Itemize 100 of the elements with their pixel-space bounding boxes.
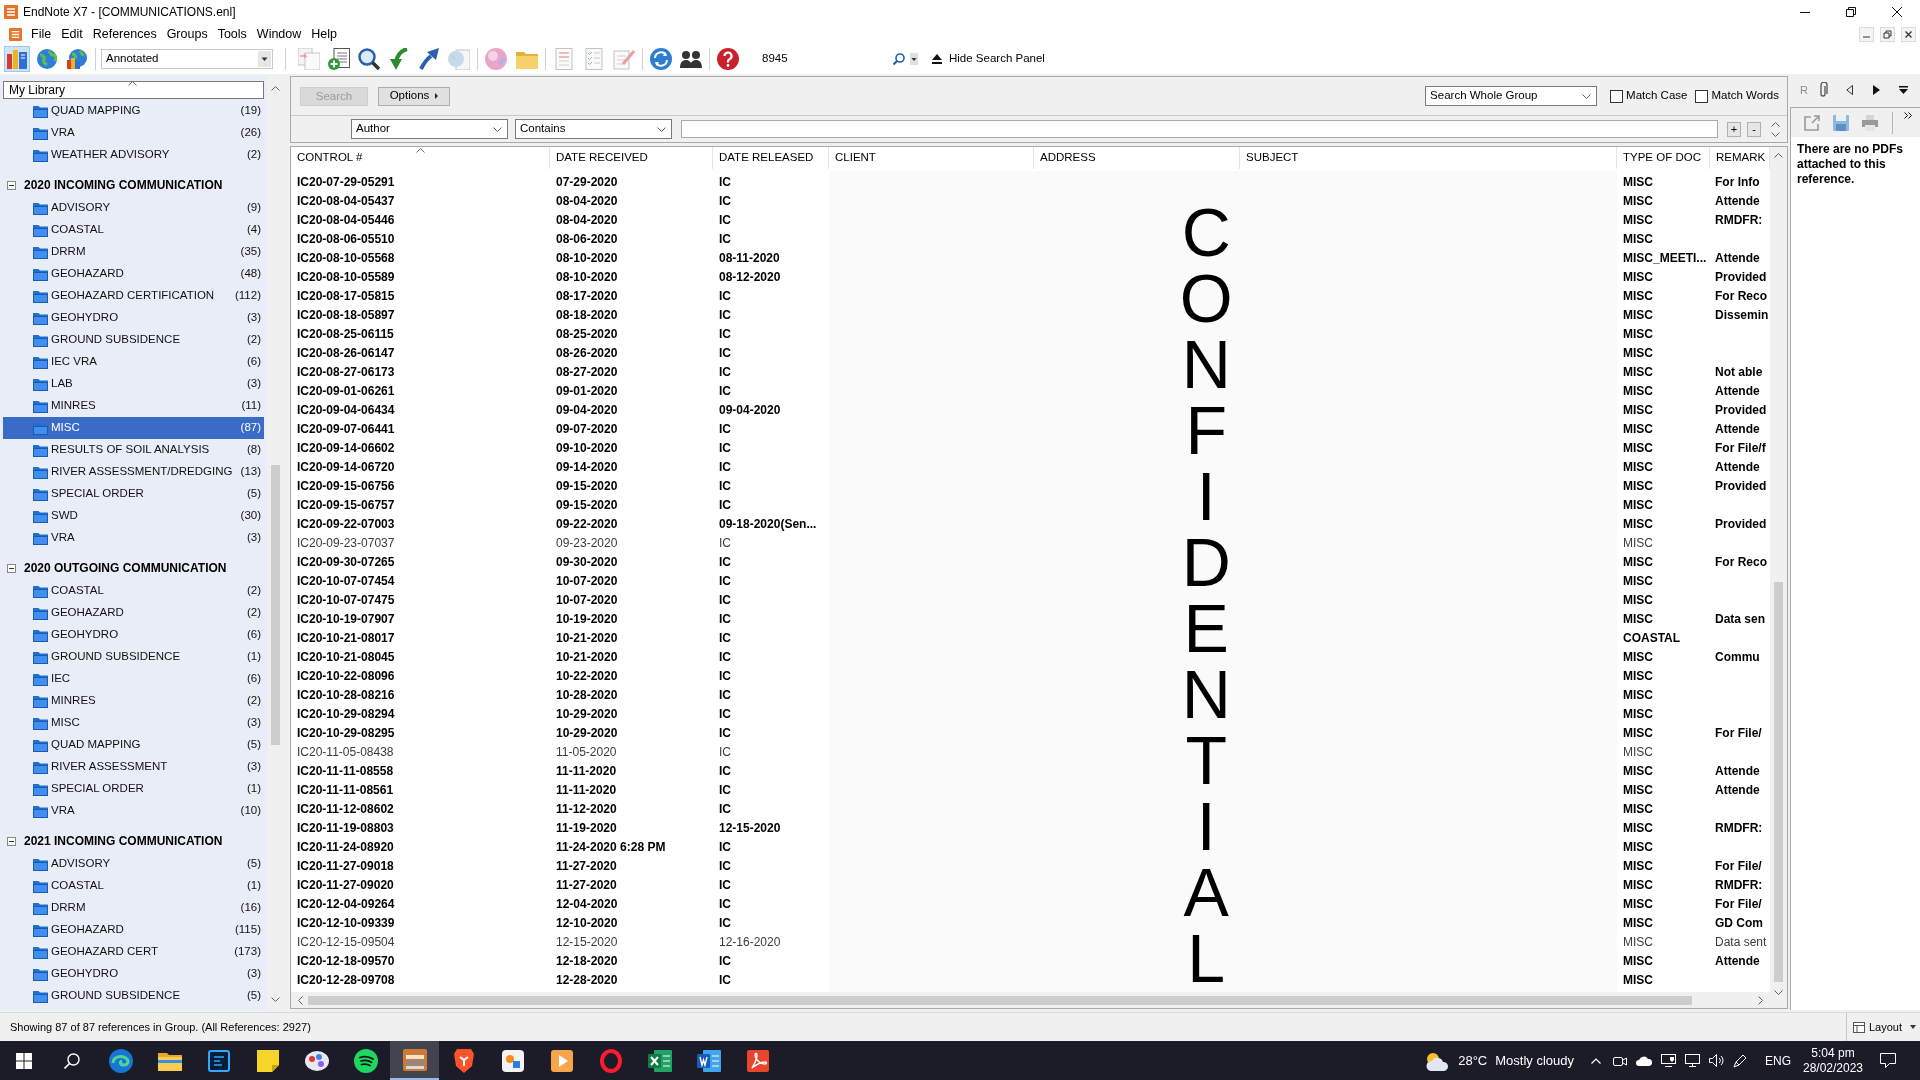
caret-left-icon[interactable] [1845, 85, 1853, 95]
group-item[interactable]: SWD (30) [3, 505, 264, 527]
monitor-icon[interactable] [1684, 1054, 1700, 1067]
magnifier-icon[interactable] [358, 48, 380, 70]
cloud-icon[interactable] [1636, 1055, 1652, 1066]
minimize-icon[interactable] [1800, 11, 1810, 13]
menu-item[interactable]: Tools [212, 25, 252, 43]
group-item[interactable]: GROUND SUBSIDENCE (2) [3, 329, 264, 351]
column-header[interactable]: DATE RECEIVED [550, 147, 713, 169]
group-set-title[interactable]: 2020 OUTGOING COMMUNICATION [24, 559, 227, 577]
scrollbar-thumb[interactable] [1774, 582, 1783, 982]
group-item[interactable]: GEOHYDRO (3) [3, 963, 264, 985]
remove-row-button[interactable]: - [1747, 121, 1761, 137]
notification-icon[interactable] [1880, 1053, 1896, 1068]
paperclip-icon[interactable] [1817, 82, 1828, 98]
group-item[interactable]: ADVISORY (9) [3, 197, 264, 219]
column-header[interactable]: SUBJECT [1240, 147, 1617, 169]
scroll-down-icon[interactable] [1774, 990, 1783, 995]
group-item[interactable]: COASTAL (4) [3, 219, 264, 241]
chevron-up-icon[interactable] [1591, 1057, 1601, 1064]
menu-item[interactable]: Groups [161, 25, 213, 43]
style-dropdown[interactable]: Annotated [101, 49, 273, 69]
collapse-icon[interactable] [7, 180, 16, 190]
scrollbar-thumb[interactable] [270, 465, 280, 745]
column-header[interactable]: CONTROL # [291, 147, 550, 169]
group-item[interactable]: ADVISORY (5) [3, 853, 264, 875]
group-item[interactable]: MINRES (11) [3, 395, 264, 417]
volume-icon[interactable] [1708, 1054, 1724, 1067]
group-item[interactable]: IEC VRA (6) [3, 351, 264, 373]
group-item[interactable]: RESULTS OF SOIL ANALYSIS (8) [3, 439, 264, 461]
column-header[interactable]: DATE RELEASED [713, 147, 829, 169]
restore-icon[interactable] [1846, 7, 1856, 17]
group-item[interactable]: QUAD MAPPING (5) [3, 734, 264, 756]
caret-down-icon[interactable] [910, 53, 918, 65]
collapse-icon[interactable] [7, 836, 16, 846]
curved-arrow-icon[interactable] [418, 48, 440, 70]
sun-cloud-icon[interactable] [1425, 1050, 1450, 1071]
search-icon[interactable] [64, 1052, 80, 1069]
menu-item[interactable]: References [87, 25, 162, 43]
group-item[interactable]: SPECIAL ORDER (1) [3, 778, 264, 800]
pen-icon[interactable] [1733, 1053, 1747, 1068]
checkbox-label[interactable]: Match Case [1626, 87, 1688, 105]
scroll-right-icon[interactable] [1758, 995, 1763, 1005]
group-set-title[interactable]: 2020 INCOMING COMMUNICATION [24, 176, 223, 194]
mode-button[interactable] [34, 46, 60, 72]
checklist-icon[interactable] [583, 48, 605, 70]
menu-item[interactable]: Edit [56, 25, 88, 43]
search-icon[interactable] [893, 53, 905, 65]
group-item[interactable]: QUAD MAPPING (19) [3, 100, 264, 122]
options-button[interactable]: Options [378, 86, 450, 106]
windows-logo-icon[interactable] [16, 1052, 32, 1069]
menu-item[interactable]: File [26, 25, 57, 43]
field-dropdown[interactable]: Author [351, 119, 508, 139]
library-header[interactable]: My Library [3, 81, 264, 99]
scroll-left-icon[interactable] [298, 995, 303, 1005]
scroll-up-icon[interactable] [1771, 121, 1780, 127]
group-item[interactable]: COASTAL (2) [3, 580, 264, 602]
double-chevron-icon[interactable] [1904, 112, 1912, 119]
scroll-up-icon[interactable] [1774, 153, 1783, 158]
column-header[interactable]: CLIENT [829, 147, 1034, 169]
group-item[interactable]: MISC (87) [3, 417, 264, 439]
add-row-button[interactable]: + [1727, 121, 1741, 137]
sync-icon[interactable] [650, 48, 672, 70]
group-item[interactable]: GEOHYDRO (3) [3, 307, 264, 329]
group-set-title[interactable]: 2021 INCOMING COMMUNICATION [24, 832, 223, 850]
group-item[interactable]: VRA (3) [3, 527, 264, 549]
scrollbar-thumb[interactable] [308, 995, 1692, 1005]
group-item[interactable]: GROUND SUBSIDENCE (1) [3, 646, 264, 668]
close-icon[interactable] [1892, 7, 1902, 17]
group-item[interactable]: MISC (3) [3, 712, 264, 734]
group-item[interactable]: GEOHAZARD (2) [3, 602, 264, 624]
group-item[interactable]: LAB (3) [3, 373, 264, 395]
group-item[interactable]: WEATHER ADVISORY (2) [3, 144, 264, 166]
group-item[interactable]: GROUND SUBSIDENCE (5) [3, 985, 264, 1007]
taskbar-button[interactable] [390, 1041, 439, 1080]
clock-date[interactable]: 28/02/2023 [1802, 1060, 1864, 1076]
group-item[interactable]: COASTAL (1) [3, 875, 264, 897]
monitor-shield-icon[interactable] [1660, 1054, 1676, 1067]
group-item[interactable]: RIVER ASSESSMENT/DREDGING (13) [3, 461, 264, 483]
mode-button[interactable] [4, 46, 30, 72]
column-header[interactable]: ADDRESS [1034, 147, 1240, 169]
curved-arrow-icon[interactable] [388, 48, 410, 70]
help-icon[interactable] [717, 48, 739, 70]
group-item[interactable]: GEOHAZARD (48) [3, 263, 264, 285]
scope-dropdown[interactable]: Search Whole Group [1425, 86, 1598, 106]
scroll-up-icon[interactable] [270, 86, 280, 91]
search-text-field[interactable] [681, 120, 1718, 138]
group-item[interactable]: GEOHAZARD CERTIFICATION (112) [3, 285, 264, 307]
temperature-label[interactable]: 28°C [1458, 1050, 1488, 1071]
menu-item[interactable]: Window [251, 25, 307, 43]
mode-button[interactable] [64, 46, 90, 72]
clock-time[interactable]: 5:04 pm [1811, 1045, 1855, 1061]
collapse-icon[interactable] [7, 563, 16, 573]
group-item[interactable]: MINRES (2) [3, 690, 264, 712]
people-icon[interactable] [680, 50, 702, 68]
menu-caret-icon[interactable] [1898, 86, 1908, 94]
group-item[interactable]: DRRM (16) [3, 897, 264, 919]
group-item[interactable]: RIVER ASSESSMENT (3) [3, 756, 264, 778]
language-indicator[interactable]: ENG [1760, 1051, 1796, 1070]
group-item[interactable]: VRA (26) [3, 122, 264, 144]
